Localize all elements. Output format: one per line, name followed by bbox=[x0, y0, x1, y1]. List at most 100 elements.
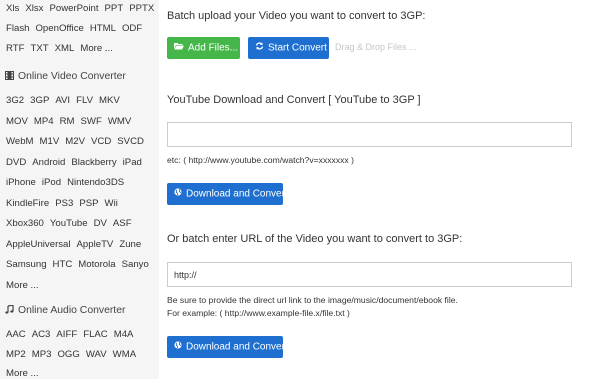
video-converter-header[interactable]: Online Video Converter bbox=[5, 71, 126, 82]
format-link[interactable]: 3GP bbox=[30, 95, 49, 106]
format-row: RTF TXT XML More ... bbox=[6, 43, 119, 54]
globe-icon bbox=[174, 183, 182, 205]
download-convert-button-youtube[interactable]: Download and Convert bbox=[167, 183, 288, 205]
format-link[interactable]: Wii bbox=[105, 198, 118, 209]
format-link[interactable]: Motorola bbox=[78, 259, 115, 270]
format-link[interactable]: Blackberry bbox=[71, 157, 116, 168]
format-link[interactable]: MOV bbox=[6, 116, 28, 127]
format-link[interactable]: MP3 bbox=[32, 349, 52, 360]
format-link[interactable]: SVCD bbox=[117, 136, 144, 147]
youtube-example-text: etc: ( http://www.youtube.com/watch?v=xx… bbox=[167, 155, 354, 165]
format-link[interactable]: PPT bbox=[105, 3, 124, 14]
format-link[interactable]: Xbox360 bbox=[6, 218, 44, 229]
format-link[interactable]: DVD bbox=[6, 157, 26, 168]
format-row: Flash OpenOffice HTML ODF bbox=[6, 23, 148, 34]
format-link[interactable]: Xlsx bbox=[25, 3, 43, 14]
batch-upload-title: Batch upload your Video you want to conv… bbox=[167, 10, 426, 22]
batch-url-input[interactable]: http:// bbox=[167, 262, 572, 287]
format-row: Samsung HTC Motorola Sanyo bbox=[6, 259, 155, 270]
music-note-icon bbox=[5, 304, 14, 314]
url-example-text: For example: ( http://www.example-file.x… bbox=[167, 308, 350, 318]
format-row: MOV MP4 RM SWF WMV bbox=[6, 116, 137, 127]
format-row: WebM M1V M2V VCD SVCD bbox=[6, 136, 150, 147]
more-formats-link[interactable]: More ... bbox=[80, 43, 113, 54]
format-link[interactable]: RTF bbox=[6, 43, 24, 54]
format-link[interactable]: Samsung bbox=[6, 259, 47, 270]
format-link[interactable]: KindleFire bbox=[6, 198, 49, 209]
download-convert-label: Download and Convert bbox=[186, 341, 288, 353]
format-link[interactable]: PowerPoint bbox=[49, 3, 98, 14]
url-note-text: Be sure to provide the direct url link t… bbox=[167, 295, 458, 305]
format-link[interactable]: HTC bbox=[53, 259, 73, 270]
globe-icon bbox=[174, 336, 182, 358]
format-link[interactable]: Sanyo bbox=[122, 259, 149, 270]
format-link[interactable]: OGG bbox=[57, 349, 79, 360]
format-link[interactable]: WMV bbox=[108, 116, 131, 127]
format-link[interactable]: PPTX bbox=[129, 3, 154, 14]
format-link[interactable]: AppleTV bbox=[77, 239, 114, 250]
drag-drop-area[interactable]: Drag & Drop Files ... bbox=[335, 42, 417, 52]
format-link[interactable]: XML bbox=[55, 43, 75, 54]
audio-converter-title: Online Audio Converter bbox=[18, 305, 126, 316]
format-link[interactable]: SWF bbox=[81, 116, 102, 127]
format-link[interactable]: M1V bbox=[40, 136, 60, 147]
format-link[interactable]: MP4 bbox=[34, 116, 54, 127]
format-link[interactable]: iPod bbox=[42, 177, 61, 188]
format-row: KindleFire PS3 PSP Wii bbox=[6, 198, 124, 209]
format-link[interactable]: Nintendo3DS bbox=[67, 177, 124, 188]
format-link[interactable]: M4A bbox=[114, 329, 134, 340]
refresh-icon bbox=[255, 37, 264, 59]
format-link[interactable]: AppleUniversal bbox=[6, 239, 71, 250]
download-convert-label: Download and Convert bbox=[186, 188, 288, 200]
format-link[interactable]: ASF bbox=[113, 218, 132, 229]
format-link[interactable]: iPad bbox=[123, 157, 142, 168]
add-files-button[interactable]: Add Files... bbox=[167, 37, 240, 59]
format-row: DVD Android Blackberry iPad bbox=[6, 157, 148, 168]
format-link[interactable]: AVI bbox=[55, 95, 70, 106]
format-link[interactable]: WAV bbox=[86, 349, 107, 360]
format-link[interactable]: PS3 bbox=[55, 198, 73, 209]
format-link[interactable]: Android bbox=[32, 157, 65, 168]
format-link[interactable]: M2V bbox=[65, 136, 85, 147]
download-convert-button-url[interactable]: Download and Convert bbox=[167, 336, 288, 358]
video-converter-title: Online Video Converter bbox=[18, 71, 126, 82]
format-link[interactable]: PSP bbox=[79, 198, 98, 209]
format-link[interactable]: MP2 bbox=[6, 349, 26, 360]
add-files-label: Add Files... bbox=[188, 42, 239, 54]
format-link[interactable]: AAC bbox=[6, 329, 26, 340]
start-convert-label: Start Convert bbox=[268, 42, 327, 54]
film-icon bbox=[5, 71, 14, 80]
format-link[interactable]: Flash bbox=[6, 23, 29, 34]
format-link[interactable]: 3G2 bbox=[6, 95, 24, 106]
format-row: AppleUniversal AppleTV Zune bbox=[6, 239, 147, 250]
format-link[interactable]: TXT bbox=[30, 43, 48, 54]
format-row: AAC AC3 AIFF FLAC M4A bbox=[6, 329, 139, 340]
format-link[interactable]: VCD bbox=[91, 136, 111, 147]
format-link[interactable]: AC3 bbox=[32, 329, 51, 340]
format-link[interactable]: MKV bbox=[99, 95, 120, 106]
format-row: More ... bbox=[6, 368, 45, 379]
youtube-url-input[interactable] bbox=[167, 122, 572, 147]
start-convert-button[interactable]: Start Convert bbox=[248, 37, 329, 59]
format-link[interactable]: AIFF bbox=[56, 329, 77, 340]
audio-converter-header[interactable]: Online Audio Converter bbox=[5, 304, 126, 316]
format-link[interactable]: RM bbox=[60, 116, 75, 127]
format-link[interactable]: HTML bbox=[90, 23, 116, 34]
youtube-section-title: YouTube Download and Convert [ YouTube t… bbox=[167, 94, 421, 106]
format-link[interactable]: FLAC bbox=[83, 329, 108, 340]
format-link[interactable]: WMA bbox=[113, 349, 136, 360]
format-link[interactable]: FLV bbox=[76, 95, 93, 106]
more-formats-link[interactable]: More ... bbox=[6, 368, 39, 379]
format-link[interactable]: WebM bbox=[6, 136, 34, 147]
format-link[interactable]: Zune bbox=[119, 239, 141, 250]
more-formats-link[interactable]: More ... bbox=[6, 280, 39, 291]
format-link[interactable]: ODF bbox=[122, 23, 142, 34]
format-link[interactable]: YouTube bbox=[50, 218, 88, 229]
format-link[interactable]: OpenOffice bbox=[35, 23, 83, 34]
format-link[interactable]: DV bbox=[94, 218, 107, 229]
format-link[interactable]: iPhone bbox=[6, 177, 36, 188]
folder-open-icon bbox=[174, 37, 184, 59]
format-row: MP2 MP3 OGG WAV WMA bbox=[6, 349, 142, 360]
format-row: More ... bbox=[6, 280, 45, 291]
format-link[interactable]: Xls bbox=[6, 3, 19, 14]
